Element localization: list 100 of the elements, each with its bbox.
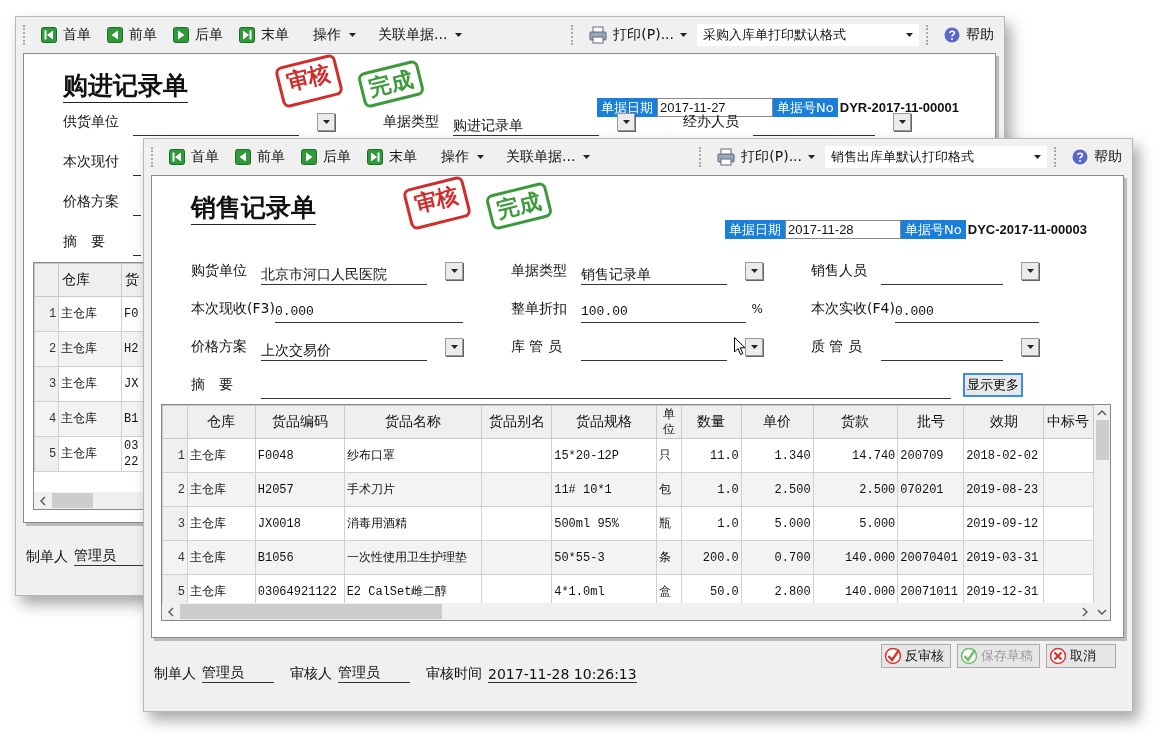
table-cell: JX <box>124 377 139 391</box>
row-number: 1 <box>34 296 59 332</box>
vertical-scrollbar[interactable] <box>1094 405 1110 620</box>
previous-record-button[interactable]: 前单 <box>101 24 163 46</box>
toolbar-grip[interactable] <box>1054 147 1059 167</box>
print-button[interactable]: 打印(P)... <box>711 146 821 168</box>
dropdown-button[interactable] <box>1021 338 1039 356</box>
table-cell: 11.0 <box>710 448 739 463</box>
table-cell: H2057 <box>257 482 294 497</box>
chevron-left-icon <box>39 495 46 506</box>
text-field[interactable]: 0.000 <box>894 301 1039 323</box>
combo-field[interactable]: 销售记录单 <box>581 263 727 285</box>
toolbar-grip[interactable] <box>926 25 931 45</box>
question-icon <box>1072 149 1088 165</box>
table-cell: 2019-08-23 <box>966 482 1039 497</box>
dropdown-button[interactable] <box>745 338 763 356</box>
last-record-button[interactable]: 末单 <box>233 24 295 46</box>
dropdown-button[interactable] <box>893 113 911 131</box>
caret-icon <box>808 155 815 159</box>
last-record-button[interactable]: 末单 <box>361 146 423 168</box>
help-button[interactable]: 帮助 <box>1066 146 1128 168</box>
dropdown-button[interactable] <box>317 113 335 131</box>
check-icon <box>960 647 978 665</box>
table-cell: 主仓库 <box>61 307 98 321</box>
horizontal-scrollbar[interactable] <box>162 603 1094 620</box>
caret-icon <box>750 269 758 273</box>
printer-icon <box>589 26 608 44</box>
field-label: 单据日期 <box>725 220 786 239</box>
help-button[interactable]: 帮助 <box>938 24 1000 46</box>
horizontal-scrollbar[interactable] <box>34 492 144 509</box>
caret-icon <box>1034 155 1041 159</box>
table-cell: 主仓库 <box>189 448 226 463</box>
field-value: 管理员 <box>202 664 274 683</box>
row-number: 3 <box>162 506 188 541</box>
action-button[interactable]: 取消 <box>1046 644 1116 668</box>
next-record-button[interactable]: 后单 <box>167 24 229 46</box>
field-value: 2017-11-28 10:26:13 <box>488 666 637 683</box>
print-format-dropdown[interactable]: 销售出库单默认打印格式 <box>825 146 1047 168</box>
table-cell: 200.0 <box>702 550 739 565</box>
field-label: 单据类型 <box>383 113 440 131</box>
next-record-button[interactable]: 后单 <box>295 146 357 168</box>
table-cell: 条 <box>659 550 671 565</box>
row-number: 2 <box>34 331 59 367</box>
dropdown-button[interactable] <box>445 262 463 280</box>
table-cell: 只 <box>659 448 671 463</box>
stamp: 审核 <box>273 53 345 109</box>
field-label: 价格方案 <box>63 193 120 211</box>
menu-button[interactable]: 关联单据... <box>374 24 467 46</box>
toolbar-grip[interactable] <box>151 147 156 167</box>
print-format-dropdown[interactable]: 采购入库单打印默认格式 <box>697 24 919 46</box>
table-cell: 15*20-12P <box>554 448 619 463</box>
table-cell: 500ml 95% <box>554 516 619 531</box>
column-header: 效期 <box>989 413 1018 429</box>
dropdown-button[interactable] <box>1021 262 1039 280</box>
caret-icon <box>1026 345 1034 349</box>
column-header: 货品编码 <box>271 413 328 429</box>
menu-button[interactable]: 关联单据... <box>502 146 595 168</box>
field-label: 审核时间 <box>426 665 482 683</box>
text-field[interactable]: 0.000 <box>274 301 463 323</box>
row-number: 4 <box>34 401 59 437</box>
previous-record-button[interactable]: 前单 <box>229 146 291 168</box>
first-record-button[interactable]: 首单 <box>35 24 97 46</box>
cursor-icon <box>734 337 746 356</box>
table-cell: 5.000 <box>774 516 811 531</box>
table-cell: 1.0 <box>717 516 739 531</box>
menu-button[interactable]: 操作 <box>437 146 488 168</box>
column-header: 货 <box>125 271 140 287</box>
dropdown-button[interactable] <box>617 113 635 131</box>
toolbar-grip[interactable] <box>23 25 28 45</box>
date-field[interactable]: 2017-11-28 <box>785 220 902 239</box>
scroll-thumb[interactable] <box>180 604 442 619</box>
menu-button[interactable]: 操作 <box>309 24 360 46</box>
action-button[interactable]: 反审核 <box>881 644 951 668</box>
table-cell: 11# 10*1 <box>554 482 612 497</box>
show-more-button[interactable]: 显示更多 <box>963 373 1023 397</box>
scroll-thumb[interactable] <box>1095 420 1109 460</box>
table-cell: 盒 <box>659 584 671 599</box>
row-number: 1 <box>162 438 188 473</box>
print-button[interactable]: 打印(P)... <box>583 24 693 46</box>
dropdown-button[interactable] <box>745 262 763 280</box>
field-label: 质 管 员 <box>811 338 863 356</box>
field-label: 库 管 员 <box>511 338 563 356</box>
table-cell: 2.500 <box>859 482 896 497</box>
table-cell: F0 <box>124 307 139 321</box>
combo-field[interactable]: 上次交易价 <box>261 339 427 361</box>
table-cell: 140.000 <box>844 584 896 599</box>
combo-field[interactable]: 北京市河口人民医院 <box>261 263 427 285</box>
dropdown-button[interactable] <box>445 338 463 356</box>
skip-right-icon <box>367 149 383 165</box>
table-cell: 主仓库 <box>61 412 98 426</box>
table-cell: 纱布口罩 <box>346 448 395 463</box>
table-cell: 包 <box>659 482 671 497</box>
combo-field[interactable]: 购进记录单 <box>453 114 599 136</box>
table-cell: 主仓库 <box>61 377 98 391</box>
text-field[interactable]: 100.00 <box>581 301 746 323</box>
caret-icon <box>477 155 484 159</box>
table-cell: 手术刀片 <box>346 482 395 497</box>
first-record-button[interactable]: 首单 <box>163 146 225 168</box>
scroll-thumb[interactable] <box>52 493 93 508</box>
caret-icon <box>455 33 463 37</box>
